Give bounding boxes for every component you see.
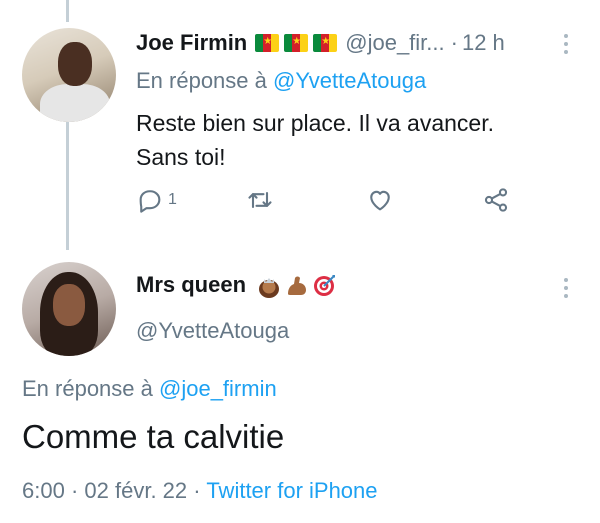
avatar-face (53, 284, 85, 326)
reply-prefix: En réponse à (136, 68, 267, 93)
cameroon-flag-icon (284, 34, 309, 52)
like-button[interactable] (366, 186, 394, 214)
display-name[interactable]: Mrs queen (136, 272, 246, 298)
retweet-icon (248, 191, 272, 209)
more-options-icon[interactable] (564, 34, 568, 58)
display-name[interactable]: Joe Firmin (136, 30, 247, 56)
avatar-mrs-queen[interactable] (22, 262, 116, 356)
share-button[interactable] (482, 186, 510, 214)
reply-prefix: En réponse à (22, 376, 153, 401)
tweet-date: 02 févr. 22 (84, 478, 188, 503)
avatar-joe-firmin[interactable] (22, 28, 116, 122)
thread-line-top (66, 0, 69, 22)
cameroon-flag-icon (255, 34, 280, 52)
reply-count: 1 (168, 191, 177, 208)
separator-dot: · (450, 30, 458, 55)
more-options-icon[interactable] (564, 278, 568, 302)
retweet-button[interactable] (246, 186, 274, 214)
reply-button[interactable]: 1 (136, 186, 177, 214)
tweet-source-link[interactable]: Twitter for iPhone (206, 478, 377, 503)
tweet-text-line: Sans toi! (136, 144, 226, 170)
separator-dot: · (70, 478, 79, 503)
flexed-biceps-emoji (288, 276, 307, 295)
tweet2-header: Mrs queen (136, 272, 338, 298)
share-icon (484, 188, 508, 212)
direct-hit-emoji (314, 275, 336, 296)
reply-to-link[interactable]: @joe_firmin (159, 376, 277, 401)
avatar-shirt (40, 84, 110, 122)
user-handle[interactable]: @YvetteAtouga (136, 318, 289, 344)
reply-context: En réponse à @YvetteAtouga (136, 68, 426, 94)
reply-icon (139, 190, 161, 213)
user-handle[interactable]: @joe_fir... (345, 30, 444, 56)
tweet-text-line: Reste bien sur place. Il va avancer. (136, 110, 494, 136)
cameroon-flag-icon (313, 34, 338, 52)
thread-line (66, 122, 69, 250)
tweet-time: 6:00 (22, 478, 65, 503)
woman-with-crown-emoji (259, 278, 280, 298)
reply-context: En réponse à @joe_firmin (22, 376, 277, 402)
tweet1-header: Joe Firmin @joe_fir... · 12 h (136, 30, 505, 56)
name-emojis (256, 272, 338, 298)
reply-to-link[interactable]: @YvetteAtouga (273, 68, 426, 93)
cameroon-flags (255, 34, 338, 52)
tweet-time[interactable]: 12 h (462, 30, 505, 56)
tweet-text: Comme ta calvitie (22, 418, 285, 455)
tweet-actions: 1 (136, 186, 516, 222)
tweet-text: Reste bien sur place. Il va avancer. San… (136, 106, 494, 174)
like-icon (370, 190, 390, 211)
separator-dot: · (193, 478, 201, 503)
tweet-meta: 6:00 · 02 févr. 22 · Twitter for iPhone (22, 478, 378, 504)
avatar-face (58, 42, 92, 86)
